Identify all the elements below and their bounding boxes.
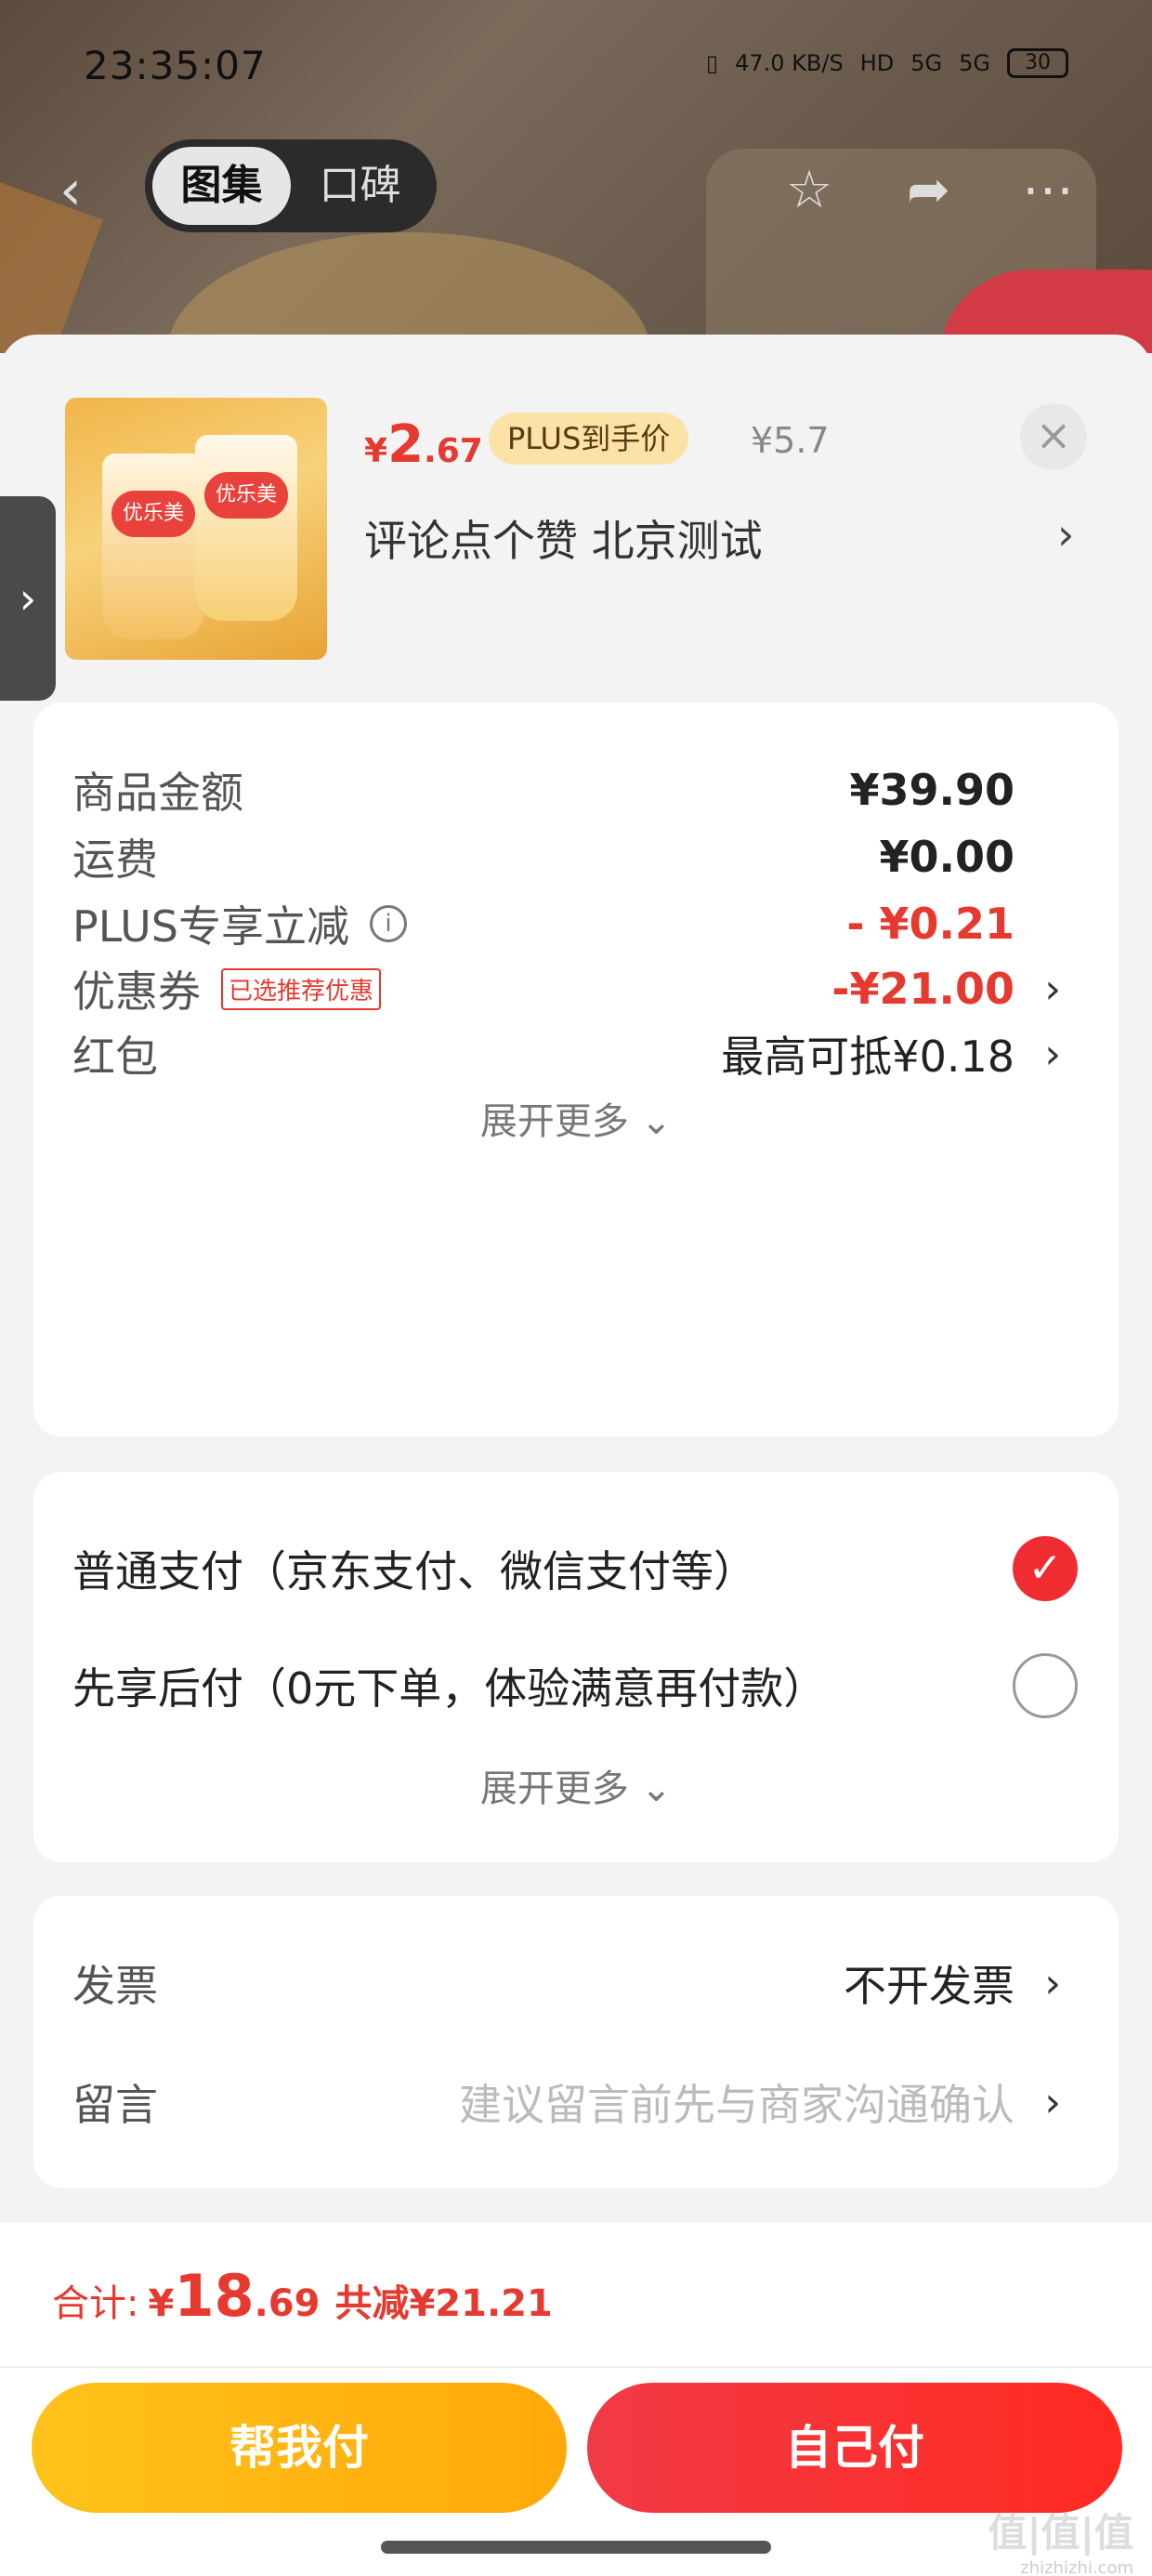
expand-more-button[interactable]: 展开更多 ⌄ xyxy=(33,1758,1119,1812)
product-price: ¥ 2 .67 xyxy=(364,414,483,475)
goods-amount-row: 商品金额 ¥39.90 xyxy=(72,765,1015,818)
extra-card: 发票 不开发票 › 留言 建议留言前先与商家沟通确认 › xyxy=(33,1896,1119,2188)
battery-icon: 30 xyxy=(1007,48,1068,78)
product-name[interactable]: 评论点个赞 北京测试 xyxy=(364,507,763,569)
watermark: 值|值|值 zhizhizhi.com xyxy=(988,2510,1133,2576)
vibrate-icon: ▯ xyxy=(705,50,719,76)
shipping-fee: ¥0.00 xyxy=(879,832,1015,882)
shipping-row: 运费 ¥0.00 xyxy=(72,832,1015,885)
total-price: 合计: ¥ 18 .69 共减¥21.21 xyxy=(52,2262,553,2330)
more-icon[interactable]: ⋯ xyxy=(1022,160,1074,220)
chevron-right-icon[interactable]: › xyxy=(1044,1960,1061,2007)
coupon-row[interactable]: 优惠券 已选推荐优惠 -¥21.00 › xyxy=(72,952,1080,1026)
plus-discount: - ¥0.21 xyxy=(846,899,1015,949)
expand-more-button[interactable]: 展开更多 ⌄ xyxy=(33,1091,1119,1145)
home-indicator[interactable] xyxy=(381,2541,771,2554)
top-nav: ‹ 图集 口碑 ☆ ➦ ⋯ xyxy=(0,139,1152,232)
total-saving: 共减¥21.21 xyxy=(334,2282,553,2325)
chevron-right-icon: › xyxy=(19,573,37,624)
tab-reviews[interactable]: 口碑 xyxy=(291,147,429,225)
share-icon[interactable]: ➦ xyxy=(907,160,950,220)
info-icon[interactable]: i xyxy=(369,905,407,942)
plus-price-badge: PLUS到手价 xyxy=(489,413,689,465)
help-pay-button[interactable]: 帮我付 xyxy=(32,2383,567,2513)
coupon-value: -¥21.00 xyxy=(831,964,1015,1014)
back-icon[interactable]: ‹ xyxy=(59,158,82,223)
gallery-review-switch: 图集 口碑 xyxy=(145,139,437,232)
product-image: 优乐美 优乐美 xyxy=(65,398,327,660)
plus-discount-row: PLUS专享立减 i - ¥0.21 xyxy=(72,899,1015,952)
invoice-row[interactable]: 发票 不开发票 › xyxy=(72,1946,1080,2020)
chevron-right-icon[interactable]: › xyxy=(1057,509,1074,559)
status-time: 23:35:07 xyxy=(84,43,267,88)
signal-icon: 5G xyxy=(959,50,990,76)
chevron-right-icon[interactable]: › xyxy=(1044,2079,1061,2126)
pay-normal-option[interactable]: 普通支付（京东支付、微信支付等） ✓ xyxy=(72,1531,1080,1606)
tab-gallery[interactable]: 图集 xyxy=(152,147,291,225)
chevron-down-icon: ⌄ xyxy=(640,1100,673,1143)
original-price: ¥5.7 xyxy=(751,420,830,461)
payment-card: 普通支付（京东支付、微信支付等） ✓ 先享后付（0元下单，体验满意再付款） 展开… xyxy=(33,1472,1119,1862)
close-icon[interactable]: × xyxy=(1020,403,1087,470)
net-speed: 47.0 KB/S xyxy=(735,50,844,76)
cost-card: 商品金额 ¥39.90 运费 ¥0.00 PLUS专享立减 i - ¥0.21 … xyxy=(33,703,1119,1437)
signal-icon: 5G xyxy=(910,50,943,76)
checked-icon[interactable]: ✓ xyxy=(1013,1536,1078,1601)
radio-unchecked-icon[interactable] xyxy=(1013,1653,1078,1718)
pay-later-option[interactable]: 先享后付（0元下单，体验满意再付款） xyxy=(72,1649,1080,1723)
checkout-footer: 合计: ¥ 18 .69 共减¥21.21 帮我付 自己付 值|值|值 zhiz… xyxy=(0,2223,1152,2576)
message-input[interactable]: 建议留言前先与商家沟通确认 xyxy=(459,2071,1015,2133)
coupon-tag: 已选推荐优惠 xyxy=(221,967,382,1010)
goods-amount: ¥39.90 xyxy=(849,765,1015,815)
chevron-down-icon: ⌄ xyxy=(640,1768,673,1810)
chevron-right-icon[interactable]: › xyxy=(1044,1031,1061,1078)
message-row[interactable]: 留言 建议留言前先与商家沟通确认 › xyxy=(72,2065,1080,2139)
side-expand-tab[interactable]: › xyxy=(0,496,56,701)
background-page: 23:35:07 ▯ 47.0 KB/S HD 5G 5G 30 ‹ 图集 口碑… xyxy=(0,0,1152,353)
redpacket-row[interactable]: 红包 最高可抵¥0.18 › xyxy=(72,1017,1080,1091)
hd-icon: HD xyxy=(859,50,895,76)
invoice-value: 不开发票 xyxy=(844,1961,1015,2011)
status-bar: 23:35:07 ▯ 47.0 KB/S HD 5G 5G 30 xyxy=(0,0,1152,130)
star-icon[interactable]: ☆ xyxy=(786,160,832,220)
chevron-right-icon[interactable]: › xyxy=(1044,966,1061,1013)
redpacket-value: 最高可抵¥0.18 xyxy=(721,1032,1015,1082)
self-pay-button[interactable]: 自己付 xyxy=(587,2383,1122,2513)
